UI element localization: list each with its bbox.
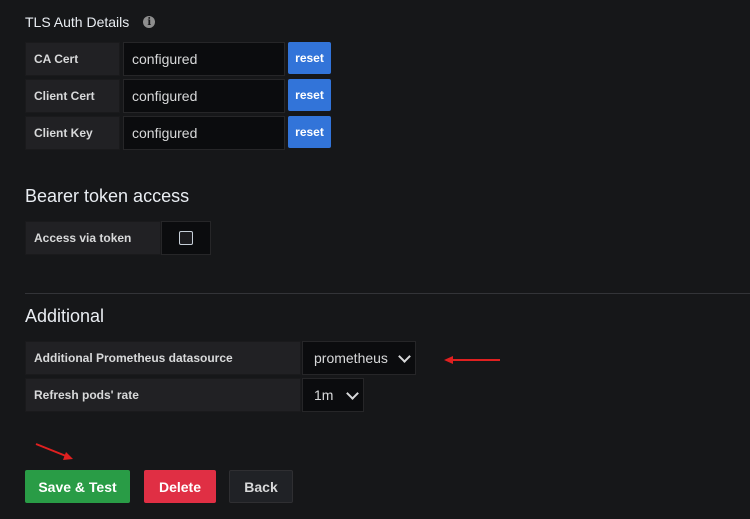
section-divider [25,293,750,294]
tls-auth-title: TLS Auth Details i [25,14,156,30]
refresh-rate-label: Refresh pods' rate [25,378,301,412]
client-cert-label: Client Cert [25,79,120,113]
ca-cert-label: CA Cert [25,42,120,76]
back-button[interactable]: Back [229,470,293,503]
client-cert-value: configured [123,79,285,113]
client-cert-row: Client Cert configured reset [25,79,331,113]
datasource-settings-page: TLS Auth Details i CA Cert configured re… [0,0,750,519]
access-via-token-row: Access via token [25,221,211,255]
client-cert-reset-button[interactable]: reset [288,79,331,111]
additional-datasource-row: Additional Prometheus datasource prometh… [25,341,416,375]
refresh-rate-select[interactable]: 1m [302,378,364,412]
chevron-down-icon [398,349,411,363]
client-key-label: Client Key [25,116,120,150]
additional-datasource-select[interactable]: prometheus [302,341,416,375]
access-via-token-cell [161,221,211,255]
refresh-rate-row: Refresh pods' rate 1m [25,378,364,412]
ca-cert-value: configured [123,42,285,76]
client-key-row: Client Key configured reset [25,116,331,150]
ca-cert-row: CA Cert configured reset [25,42,331,76]
annotation-arrow-icon [444,356,500,364]
additional-datasource-label: Additional Prometheus datasource [25,341,301,375]
annotation-arrow-icon [35,443,73,460]
info-icon[interactable]: i [143,16,156,28]
access-via-token-checkbox[interactable] [179,231,193,245]
save-and-test-button[interactable]: Save & Test [25,470,130,503]
access-via-token-label: Access via token [25,221,161,255]
tls-auth-title-text: TLS Auth Details [25,14,130,30]
ca-cert-reset-button[interactable]: reset [288,42,331,74]
client-key-reset-button[interactable]: reset [288,116,331,148]
additional-section-title: Additional [25,306,105,326]
chevron-down-icon [346,386,359,400]
delete-button[interactable]: Delete [144,470,216,503]
bearer-section-title: Bearer token access [25,186,190,206]
additional-datasource-value: prometheus [314,350,388,366]
client-key-value: configured [123,116,285,150]
refresh-rate-value: 1m [314,387,334,403]
